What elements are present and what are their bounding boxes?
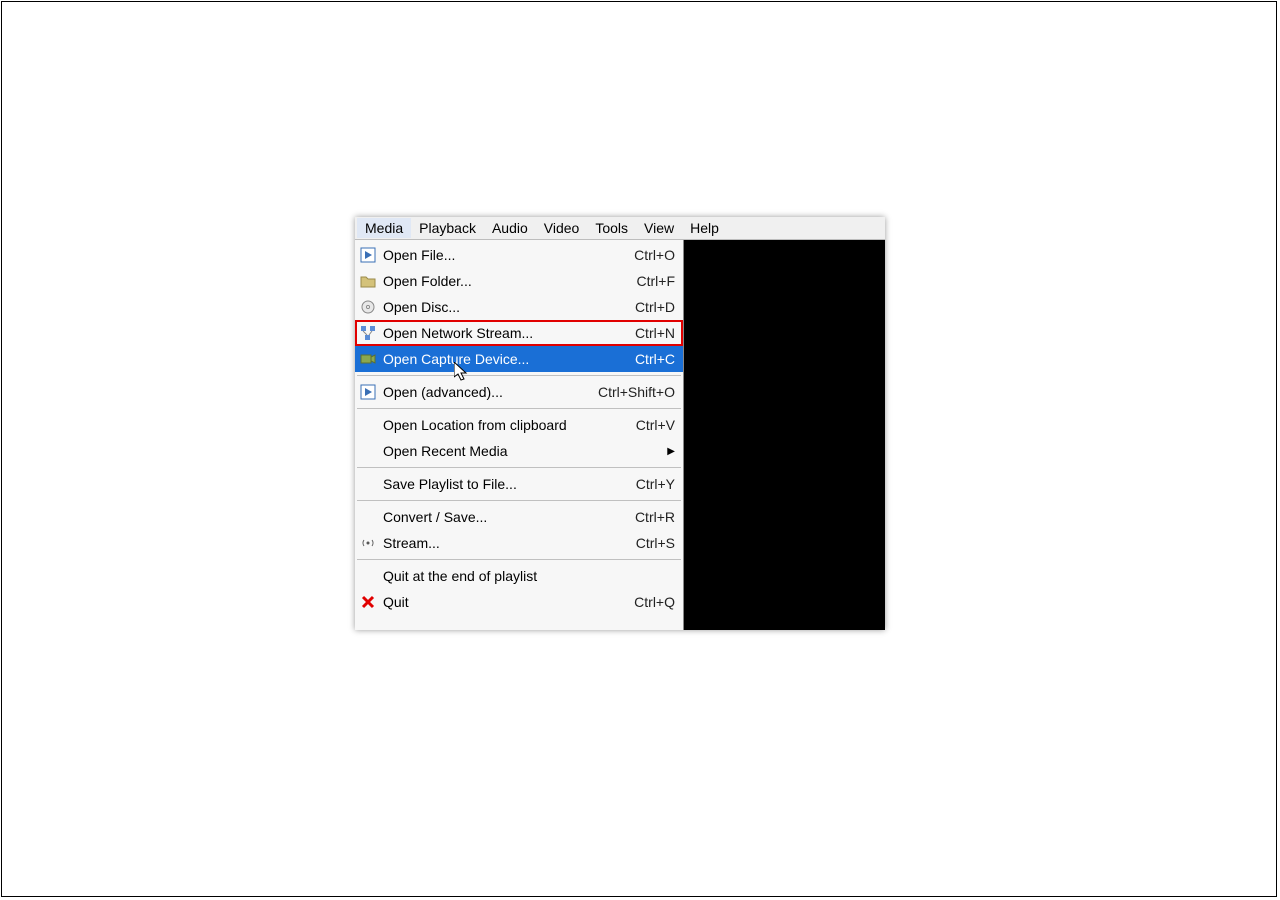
menu-item-open-recent[interactable]: Open Recent Media ▶ <box>355 438 683 464</box>
menu-item-convert-save[interactable]: Convert / Save... Ctrl+R <box>355 504 683 530</box>
menu-item-shortcut: Ctrl+S <box>636 535 675 551</box>
menu-item-label: Open Location from clipboard <box>383 417 624 433</box>
menu-separator <box>357 559 681 560</box>
menu-label: Tools <box>595 220 628 236</box>
menu-item-label: Open File... <box>383 247 622 263</box>
menu-item-shortcut: Ctrl+F <box>637 273 676 289</box>
menu-playback[interactable]: Playback <box>411 218 484 238</box>
menu-item-label: Convert / Save... <box>383 509 623 525</box>
menu-item-open-file[interactable]: Open File... Ctrl+O <box>355 242 683 268</box>
menu-audio[interactable]: Audio <box>484 218 536 238</box>
menu-item-label: Quit at the end of playlist <box>383 568 675 584</box>
folder-icon <box>359 272 377 290</box>
menu-label: Help <box>690 220 719 236</box>
menu-separator <box>357 467 681 468</box>
blank-icon <box>359 416 377 434</box>
menu-item-stream[interactable]: Stream... Ctrl+S <box>355 530 683 556</box>
blank-icon <box>359 567 377 585</box>
menu-tools[interactable]: Tools <box>587 218 636 238</box>
menu-item-shortcut: Ctrl+N <box>635 325 675 341</box>
menu-item-label: Open Network Stream... <box>383 325 623 341</box>
menu-item-open-network-stream[interactable]: Open Network Stream... Ctrl+N <box>355 320 683 346</box>
menu-media[interactable]: Media <box>357 218 411 238</box>
menu-item-shortcut: Ctrl+C <box>635 351 675 367</box>
menu-item-quit-end-playlist[interactable]: Quit at the end of playlist <box>355 563 683 589</box>
menu-label: View <box>644 220 674 236</box>
blank-icon <box>359 442 377 460</box>
menu-item-label: Quit <box>383 594 622 610</box>
menu-item-label: Open (advanced)... <box>383 384 586 400</box>
menu-item-open-disc[interactable]: Open Disc... Ctrl+D <box>355 294 683 320</box>
capture-icon <box>359 350 377 368</box>
menu-help[interactable]: Help <box>682 218 727 238</box>
menu-item-shortcut: Ctrl+R <box>635 509 675 525</box>
menu-item-label: Open Folder... <box>383 273 625 289</box>
menu-label: Media <box>365 220 403 236</box>
menu-video[interactable]: Video <box>536 218 588 238</box>
menu-view[interactable]: View <box>636 218 682 238</box>
chevron-right-icon: ▶ <box>667 446 675 457</box>
menu-label: Audio <box>492 220 528 236</box>
menu-label: Playback <box>419 220 476 236</box>
menu-item-label: Save Playlist to File... <box>383 476 624 492</box>
play-file-icon <box>359 383 377 401</box>
menu-item-shortcut: Ctrl+V <box>636 417 675 433</box>
menu-bar: Media Playback Audio Video Tools View He… <box>355 217 885 240</box>
menu-item-open-clipboard[interactable]: Open Location from clipboard Ctrl+V <box>355 412 683 438</box>
menu-item-shortcut: Ctrl+Q <box>634 594 675 610</box>
menu-item-label: Open Capture Device... <box>383 351 623 367</box>
menu-item-shortcut: Ctrl+Shift+O <box>598 384 675 400</box>
blank-icon <box>359 508 377 526</box>
content-area: Open File... Ctrl+O Open Folder... Ctrl+… <box>355 240 885 630</box>
menu-separator <box>357 375 681 376</box>
menu-item-shortcut: Ctrl+Y <box>636 476 675 492</box>
quit-icon <box>359 593 377 611</box>
menu-item-label: Stream... <box>383 535 624 551</box>
video-output-area[interactable] <box>684 240 885 630</box>
menu-separator <box>357 408 681 409</box>
menu-item-label: Open Recent Media <box>383 443 655 459</box>
network-icon <box>359 324 377 342</box>
menu-item-shortcut: Ctrl+O <box>634 247 675 263</box>
menu-item-label: Open Disc... <box>383 299 623 315</box>
menu-label: Video <box>544 220 580 236</box>
menu-item-shortcut: Ctrl+D <box>635 299 675 315</box>
media-menu-dropdown: Open File... Ctrl+O Open Folder... Ctrl+… <box>355 240 684 630</box>
play-file-icon <box>359 246 377 264</box>
menu-item-open-folder[interactable]: Open Folder... Ctrl+F <box>355 268 683 294</box>
menu-separator <box>357 500 681 501</box>
menu-item-open-advanced[interactable]: Open (advanced)... Ctrl+Shift+O <box>355 379 683 405</box>
menu-item-save-playlist[interactable]: Save Playlist to File... Ctrl+Y <box>355 471 683 497</box>
vlc-window: Media Playback Audio Video Tools View He… <box>355 217 885 630</box>
menu-item-open-capture-device[interactable]: Open Capture Device... Ctrl+C <box>355 346 683 372</box>
blank-icon <box>359 475 377 493</box>
menu-item-quit[interactable]: Quit Ctrl+Q <box>355 589 683 615</box>
disc-icon <box>359 298 377 316</box>
stream-icon <box>359 534 377 552</box>
